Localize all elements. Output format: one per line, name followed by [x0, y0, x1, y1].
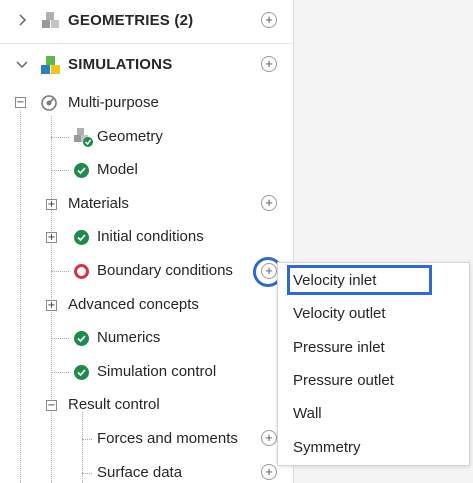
check-icon: [74, 230, 89, 245]
boundary-condition-context-menu: Velocity inlet Velocity outlet Pressure …: [277, 262, 470, 466]
menu-item-pressure-outlet[interactable]: Pressure outlet: [278, 364, 469, 397]
tree-item-label: Numerics: [97, 329, 161, 346]
plus-icon: +: [47, 199, 56, 210]
menu-item-label: Wall: [293, 405, 322, 422]
chevron-right-icon[interactable]: [15, 13, 29, 27]
plus-icon: +: [265, 12, 273, 27]
tree-item-label: Simulation control: [97, 363, 217, 380]
expand-toggle[interactable]: +: [46, 232, 57, 243]
plus-icon: +: [265, 56, 273, 71]
collapse-toggle[interactable]: −: [15, 97, 26, 108]
gauge-icon: [41, 95, 57, 111]
tree-item-numerics[interactable]: Numerics: [0, 323, 293, 353]
tree-item-geometries[interactable]: GEOMETRIES (2) +: [0, 6, 293, 36]
tree-item-label: Materials: [68, 195, 129, 212]
menu-item-label: Pressure inlet: [293, 339, 385, 356]
tree-item-surface-data[interactable]: Surface data +: [0, 458, 293, 483]
tree-item-label: Forces and moments: [97, 430, 238, 447]
menu-item-velocity-outlet[interactable]: Velocity outlet: [278, 297, 469, 330]
menu-item-velocity-inlet[interactable]: Velocity inlet: [278, 264, 469, 297]
tree-item-label: Boundary conditions: [97, 262, 233, 279]
tree-item-label: Surface data: [97, 464, 183, 481]
add-material-button[interactable]: +: [261, 195, 277, 211]
check-icon: [74, 163, 89, 178]
simulation-tree-panel: GEOMETRIES (2) + SIMULATIONS + − Multi-p…: [0, 0, 294, 483]
menu-item-label: Pressure outlet: [293, 372, 394, 389]
cubes-color-icon: [41, 56, 60, 74]
error-status-icon: [74, 264, 89, 279]
collapse-toggle[interactable]: −: [46, 400, 57, 411]
menu-item-pressure-inlet[interactable]: Pressure inlet: [278, 331, 469, 364]
menu-item-wall[interactable]: Wall: [278, 397, 469, 430]
geometry-cube-check-icon: [74, 128, 93, 147]
tree-item-boundary-conditions[interactable]: Boundary conditions +: [0, 256, 293, 286]
plus-icon: +: [47, 300, 56, 311]
plus-icon: +: [265, 195, 273, 210]
minus-icon: −: [47, 400, 56, 411]
menu-item-label: Velocity outlet: [293, 305, 386, 322]
chevron-down-icon[interactable]: [15, 57, 29, 71]
tree-item-label: Advanced concepts: [68, 296, 199, 313]
tree-item-label: Multi-purpose: [68, 94, 159, 111]
check-icon: [74, 365, 89, 380]
expand-toggle[interactable]: +: [46, 199, 57, 210]
tree-item-initial-conditions[interactable]: + Initial conditions: [0, 222, 293, 252]
cubes-gray-icon: [42, 12, 59, 28]
tree-item-simulation-control[interactable]: Simulation control: [0, 357, 293, 387]
tree-item-geometry[interactable]: Geometry: [0, 122, 293, 152]
tree-item-label: Result control: [68, 396, 160, 413]
tree-item-advanced-concepts[interactable]: + Advanced concepts: [0, 290, 293, 320]
check-icon: [74, 331, 89, 346]
tree-item-simulations[interactable]: SIMULATIONS +: [0, 50, 293, 80]
plus-icon: +: [265, 464, 273, 479]
add-surface-data-button[interactable]: +: [261, 464, 277, 480]
menu-item-symmetry[interactable]: Symmetry: [278, 431, 469, 464]
tree-item-forces-and-moments[interactable]: Forces and moments +: [0, 424, 293, 454]
tree-item-model[interactable]: Model: [0, 155, 293, 185]
tree-item-materials[interactable]: + Materials +: [0, 189, 293, 219]
add-geometry-button[interactable]: +: [261, 12, 277, 28]
menu-item-label: Velocity inlet: [293, 272, 377, 289]
tree-item-label: Initial conditions: [97, 228, 204, 245]
tree-item-label: GEOMETRIES (2): [68, 12, 194, 29]
tree-item-label: Model: [97, 161, 138, 178]
expand-toggle[interactable]: +: [46, 300, 57, 311]
tree-item-multi-purpose[interactable]: − Multi-purpose: [0, 88, 293, 118]
minus-icon: −: [16, 97, 25, 108]
add-simulation-button[interactable]: +: [261, 56, 277, 72]
plus-icon: +: [265, 430, 273, 445]
tree-item-label: Geometry: [97, 128, 163, 145]
add-forces-and-moments-button[interactable]: +: [261, 430, 277, 446]
menu-item-label: Symmetry: [293, 439, 361, 456]
tree-item-label: SIMULATIONS: [68, 56, 173, 73]
tree-item-result-control[interactable]: − Result control: [0, 390, 293, 420]
divider: [0, 43, 293, 44]
plus-icon: +: [47, 232, 56, 243]
